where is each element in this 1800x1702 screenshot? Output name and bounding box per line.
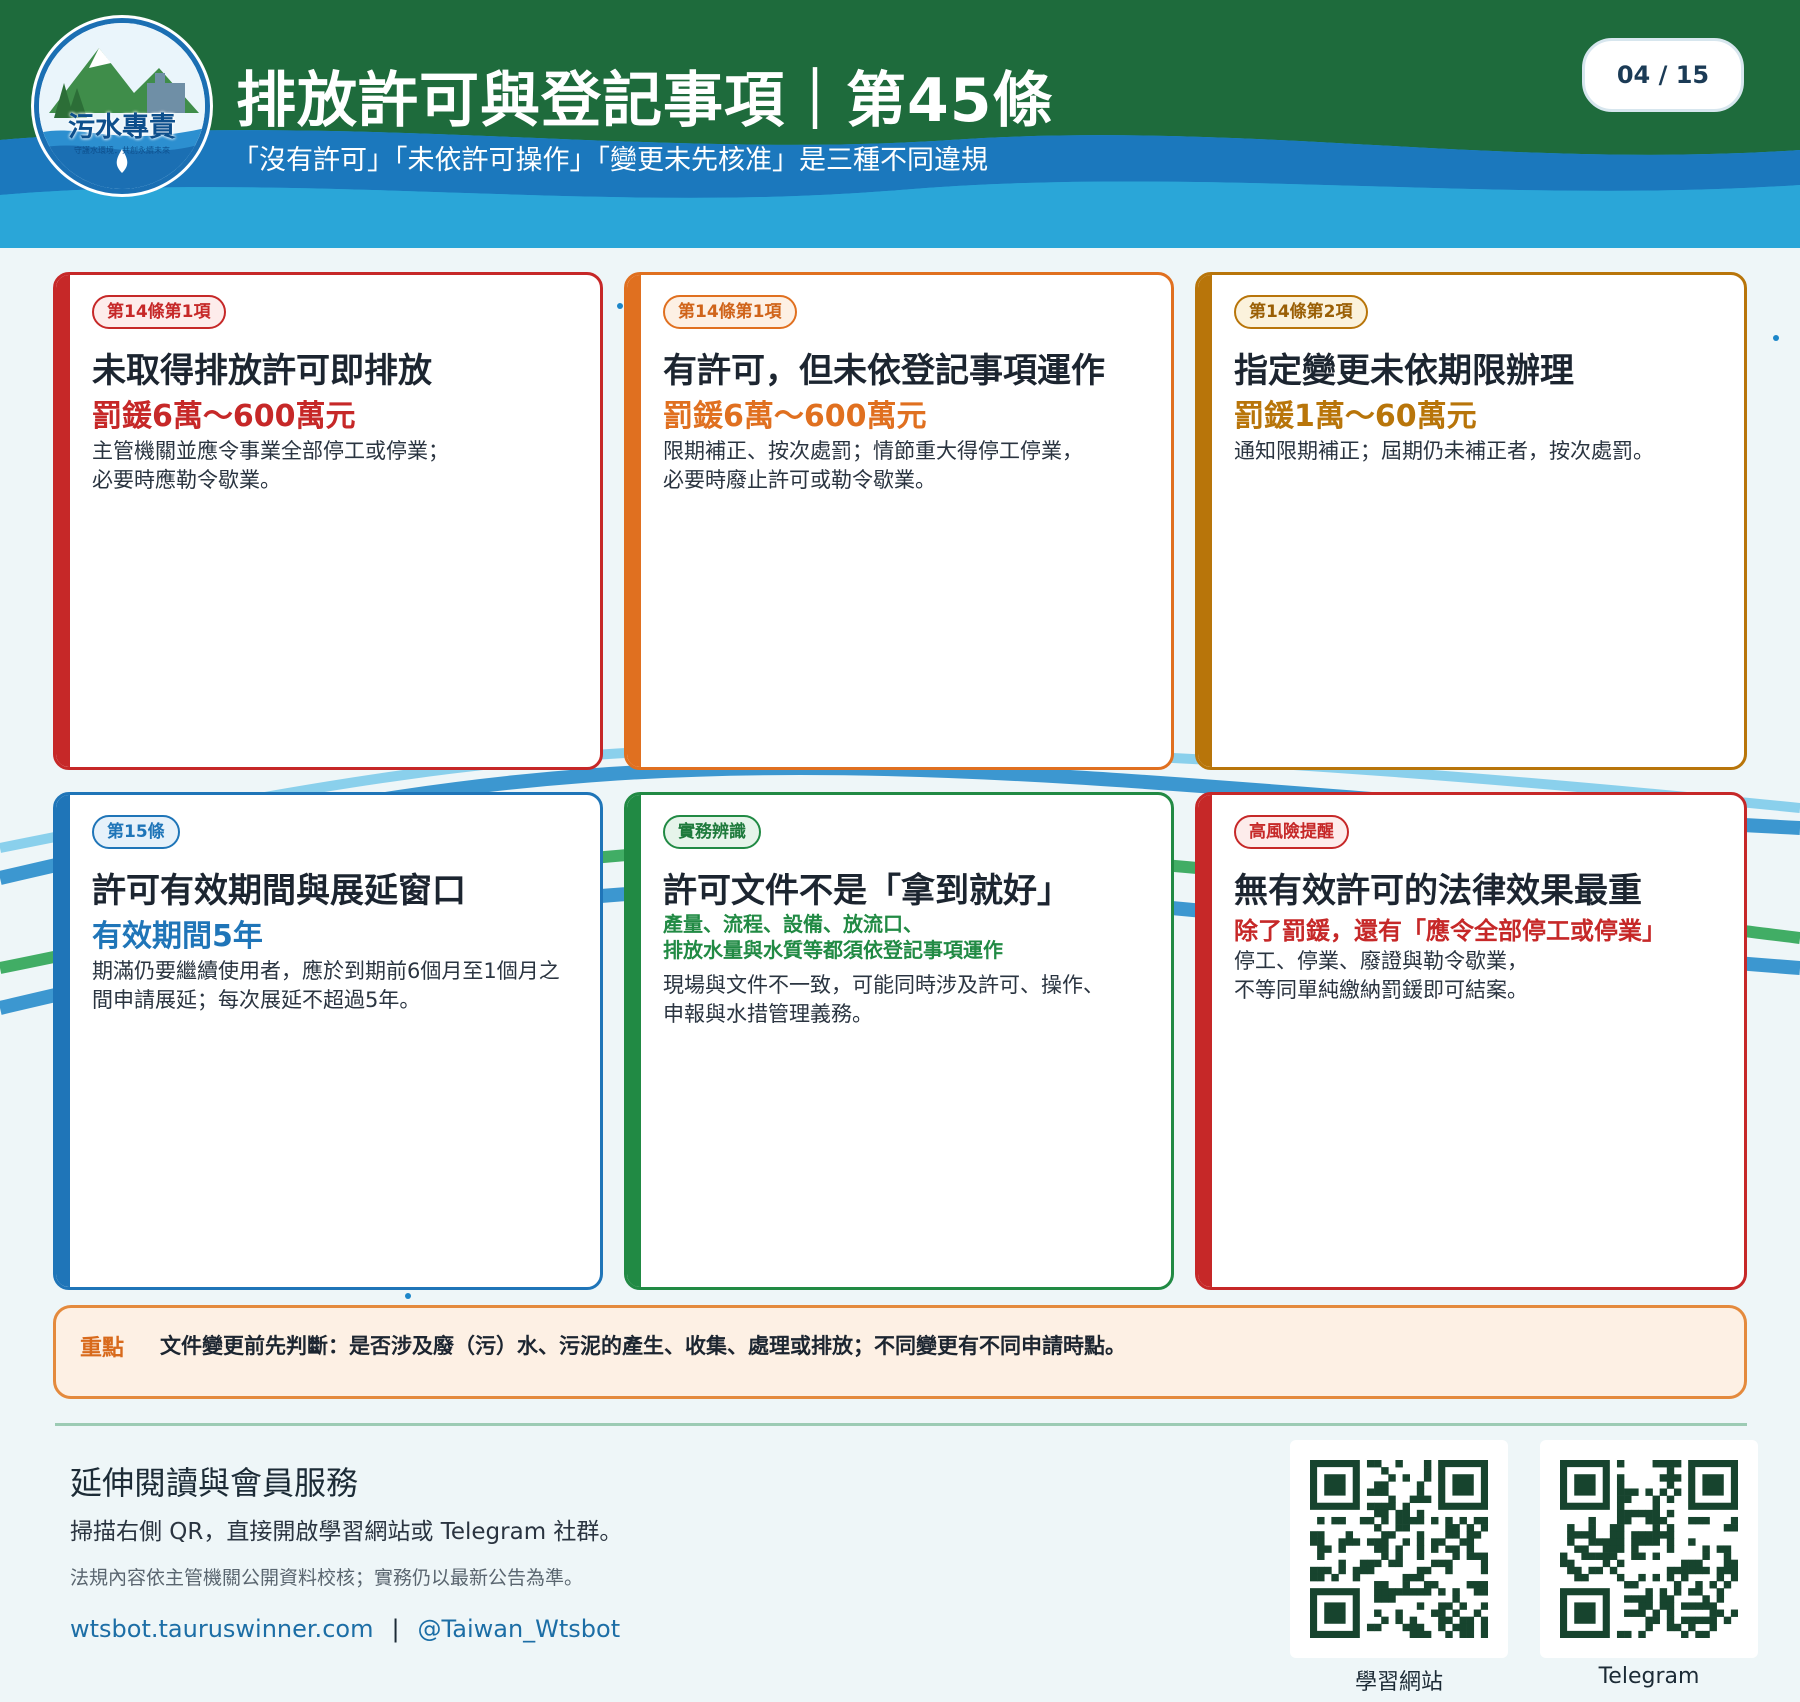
qr-label-telegram: Telegram (1598, 1664, 1700, 1689)
brand-logo: 污水專責 守護水環境．共創永續未來 (34, 18, 210, 194)
card-body-line: 不等同單純繳納罰鍰即可結案。 (1234, 978, 1528, 1002)
note-text: 文件變更前先判斷：是否涉及廢（污）水、污泥的產生、收集、處理或排放；不同變更有不… (160, 1334, 1126, 1358)
card-tag: 第14條第1項 (663, 295, 797, 329)
card-tag: 第14條第1項 (92, 295, 226, 329)
footer-divider (55, 1423, 1747, 1426)
card-title: 指定變更未依期限辦理 (1234, 351, 1574, 391)
card-tag: 實務辨識 (663, 815, 761, 849)
card-body-line: 申報與水措管理義務。 (663, 1002, 873, 1026)
card-practical-identification: 實務辨識 許可文件不是「拿到就好」 產量、流程、設備、放流口、 排放水量與水質等… (624, 792, 1174, 1290)
card-change-overdue: 第14條第2項 指定變更未依期限辦理 罰鍰1萬～60萬元 通知限期補正；屆期仍未… (1195, 272, 1747, 770)
card-accent-bar (1198, 795, 1212, 1287)
card-body: 期滿仍要繼續使用者，應於到期前6個月至1個月之 間申請展延；每次展延不超過5年。 (92, 957, 580, 1015)
card-highlight: 有效期間5年 (92, 919, 263, 954)
card-body: 現場與文件不一致，可能同時涉及許可、操作、 申報與水措管理義務。 (663, 971, 1151, 1029)
qr-code-telegram[interactable] (1540, 1440, 1758, 1658)
card-body: 通知限期補正；屆期仍未補正者，按次處罰。 (1234, 437, 1724, 466)
card-body-line: 通知限期補正；屆期仍未補正者，按次處罰。 (1234, 439, 1654, 463)
card-highlight-line: 排放水量與水質等都須依登記事項運作 (663, 938, 1003, 962)
card-body: 限期補正、按次處罰；情節重大得停工停業， 必要時廢止許可或勒令歇業。 (663, 437, 1151, 495)
card-tag: 第14條第2項 (1234, 295, 1368, 329)
card-accent-bar (1198, 275, 1212, 767)
footer-links: wtsbot.tauruswinner.com | @Taiwan_Wtsbot (70, 1615, 620, 1643)
card-penalty: 罰鍰1萬～60萬元 (1234, 399, 1477, 434)
page-title: 排放許可與登記事項｜第45條 (236, 66, 1054, 136)
card-body-line: 現場與文件不一致，可能同時涉及許可、操作、 (663, 973, 1104, 997)
card-accent-bar (627, 275, 641, 767)
card-accent-bar (56, 275, 70, 767)
card-accent-bar (627, 795, 641, 1287)
qr-code-website[interactable] (1290, 1440, 1508, 1658)
logo-subtitle: 守護水環境．共創永續未來 (74, 146, 170, 155)
card-highlight: 產量、流程、設備、放流口、 排放水量與水質等都須依登記事項運作 (663, 911, 1151, 963)
card-body-line: 期滿仍要繼續使用者，應於到期前6個月至1個月之 (92, 959, 560, 983)
card-body-line: 間申請展延；每次展延不超過5年。 (92, 988, 421, 1012)
card-tag: 高風險提醒 (1234, 815, 1349, 849)
logo-title: 污水專責 (68, 112, 176, 143)
qr-label-website: 學習網站 (1354, 1670, 1443, 1695)
card-body: 主管機關並應令事業全部停工或停業； 必要時應勒令歇業。 (92, 437, 580, 495)
key-point-note: 重點 文件變更前先判斷：是否涉及廢（污）水、污泥的產生、收集、處理或排放；不同變… (53, 1305, 1747, 1399)
card-penalty: 罰鍰6萬～600萬元 (663, 399, 927, 434)
card-body-line: 停工、停業、廢證與勒令歇業， (1234, 949, 1528, 973)
card-tag: 第15條 (92, 815, 180, 849)
card-validity-period: 第15條 許可有效期間與展延窗口 有效期間5年 期滿仍要繼續使用者，應於到期前6… (53, 792, 603, 1290)
page-subtitle: 「沒有許可」「未依許可操作」「變更未先核准」是三種不同違規 (232, 145, 988, 176)
card-no-permit: 第14條第1項 未取得排放許可即排放 罰鍰6萬～600萬元 主管機關並應令事業全… (53, 272, 603, 770)
card-body-line: 必要時廢止許可或勒令歇業。 (663, 468, 936, 492)
telegram-link[interactable]: @Taiwan_Wtsbot (418, 1615, 621, 1643)
card-title: 許可文件不是「拿到就好」 (663, 871, 1071, 911)
footer-title: 延伸閱讀與會員服務 (70, 1464, 359, 1502)
card-not-per-registration: 第14條第1項 有許可，但未依登記事項運作 罰鍰6萬～600萬元 限期補正、按次… (624, 272, 1174, 770)
header-banner: 污水專責 守護水環境．共創永續未來 排放許可與登記事項｜第45條 「沒有許可」「… (0, 0, 1800, 248)
qr-code-icon (1560, 1460, 1738, 1638)
card-title: 無有效許可的法律效果最重 (1234, 871, 1642, 911)
footer-description: 掃描右側 QR，直接開啟學習網站或 Telegram 社群。 (70, 1519, 623, 1545)
footer-disclaimer: 法規內容依主管機關公開資料校核；實務仍以最新公告為準。 (70, 1567, 584, 1589)
note-label: 重點 (80, 1336, 125, 1361)
card-penalty: 罰鍰6萬～600萬元 (92, 399, 356, 434)
card-highlight: 除了罰鍰，還有「應令全部停工或停業」 (1234, 917, 1666, 945)
card-body: 停工、停業、廢證與勒令歇業， 不等同單純繳納罰鍰即可結案。 (1234, 947, 1724, 1005)
card-accent-bar (56, 795, 70, 1287)
card-highlight-line: 產量、流程、設備、放流口、 (663, 912, 923, 936)
link-separator: | (391, 1615, 400, 1643)
card-title: 未取得排放許可即排放 (92, 351, 432, 391)
card-body-line: 主管機關並應令事業全部停工或停業； (92, 439, 449, 463)
card-high-risk-reminder: 高風險提醒 無有效許可的法律效果最重 除了罰鍰，還有「應令全部停工或停業」 停工… (1195, 792, 1747, 1290)
website-link[interactable]: wtsbot.tauruswinner.com (70, 1615, 373, 1643)
card-title: 許可有效期間與展延窗口 (92, 871, 466, 911)
qr-code-icon (1310, 1460, 1488, 1638)
card-title: 有許可，但未依登記事項運作 (663, 351, 1105, 391)
card-body-line: 限期補正、按次處罰；情節重大得停工停業， (663, 439, 1083, 463)
card-body-line: 必要時應勒令歇業。 (92, 468, 281, 492)
page-counter: 04 / 15 (1582, 38, 1744, 112)
